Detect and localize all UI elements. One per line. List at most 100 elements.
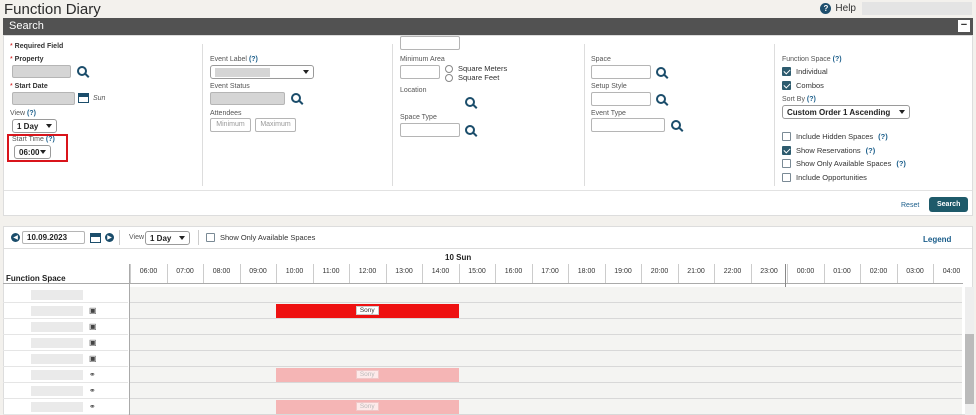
diary-row[interactable] — [130, 287, 962, 303]
next-date-icon[interactable]: ▶ — [105, 233, 114, 242]
help-label: Help — [835, 3, 856, 14]
space-search-icon[interactable] — [656, 67, 666, 77]
diary-row[interactable] — [130, 367, 962, 383]
function-space-row-label[interactable] — [3, 383, 128, 399]
chevron-down-icon — [40, 150, 46, 154]
attendees-max-input[interactable]: Maximum — [255, 118, 296, 132]
space-name-blurred — [31, 338, 83, 348]
event-label-select[interactable] — [210, 65, 314, 79]
location-search-icon[interactable] — [465, 97, 475, 107]
function-space-row-label[interactable] — [3, 319, 128, 335]
help-icon: ? — [820, 3, 832, 14]
checkbox-icon — [206, 233, 215, 242]
minimum-area-input[interactable] — [400, 65, 440, 79]
individual-checkbox[interactable]: Individual — [782, 67, 828, 76]
combo-space-icon: ⚭ — [89, 370, 96, 379]
start-time-label: Start Time (?) — [12, 136, 55, 143]
day-header: 10 Sun — [445, 253, 472, 262]
space-type-label: Space Type — [400, 114, 437, 121]
setup-style-search-icon[interactable] — [656, 94, 666, 104]
combo-space-icon: ⚭ — [89, 386, 96, 395]
diary-row[interactable] — [130, 351, 962, 367]
hour-label: 13:00 — [395, 268, 413, 275]
space-type-search-icon[interactable] — [465, 125, 475, 135]
function-space-row-label[interactable] — [3, 303, 128, 319]
view-select[interactable]: 1 Day — [12, 119, 57, 133]
event-status-input[interactable] — [210, 92, 285, 105]
calendar-icon[interactable] — [78, 93, 89, 103]
event-type-input[interactable] — [591, 118, 665, 132]
space-label: Space — [591, 56, 611, 63]
diary-date-input[interactable]: 10.09.2023 — [22, 231, 85, 244]
include-hidden-checkbox[interactable]: Include Hidden Spaces (?) — [782, 132, 888, 141]
search-panel: * Required Field * Property * Start Date… — [3, 35, 973, 216]
attendees-min-input[interactable]: Minimum — [210, 118, 251, 132]
square-feet-option[interactable]: Square Feet — [445, 73, 499, 82]
space-name-blurred — [31, 386, 83, 396]
start-time-select[interactable]: 06:00 — [14, 145, 51, 159]
space-name-blurred — [31, 290, 83, 300]
event-type-search-icon[interactable] — [671, 120, 681, 130]
sort-by-select[interactable]: Custom Order 1 Ascending — [782, 105, 910, 119]
calendar-icon[interactable] — [90, 233, 101, 243]
search-button[interactable]: Search — [929, 197, 969, 212]
hour-label: 19:00 — [614, 268, 632, 275]
previous-date-icon[interactable]: ◀ — [11, 233, 20, 242]
hour-label: 10:00 — [285, 268, 304, 275]
location-input[interactable] — [400, 36, 460, 50]
diary-row[interactable] — [130, 383, 962, 399]
diary-row[interactable] — [130, 335, 962, 351]
user-menu[interactable] — [862, 2, 972, 15]
event-status-search-icon[interactable] — [291, 93, 301, 103]
hour-label: 07:00 — [176, 268, 194, 275]
individual-space-icon: ▣ — [89, 306, 97, 315]
individual-space-icon: ▣ — [89, 354, 97, 363]
event-bar-tentative[interactable]: Sony — [276, 368, 459, 382]
function-space-row-label[interactable] — [3, 367, 128, 383]
help-link[interactable]: ? Help — [820, 3, 856, 14]
event-bar-reserved[interactable]: Sony — [276, 304, 459, 318]
diary-view-label: View — [129, 234, 145, 241]
event-label: Sony — [355, 402, 379, 411]
property-search-icon[interactable] — [77, 66, 87, 76]
square-meters-option[interactable]: Square Meters — [445, 64, 507, 73]
radio-icon — [445, 73, 453, 82]
start-date-input[interactable] — [12, 92, 75, 105]
function-space-row-label[interactable] — [3, 335, 128, 351]
property-label: * Property — [10, 56, 44, 63]
diary-row[interactable] — [130, 399, 962, 415]
space-input[interactable] — [591, 65, 651, 79]
property-input[interactable] — [12, 65, 71, 78]
reset-link[interactable]: Reset — [901, 202, 919, 209]
combos-checkbox[interactable]: Combos — [782, 81, 824, 90]
divider — [3, 283, 963, 284]
diary-row[interactable] — [130, 319, 962, 335]
divider — [4, 190, 972, 191]
event-label: Sony — [355, 306, 379, 315]
setup-style-input[interactable] — [591, 92, 651, 106]
show-only-available-checkbox[interactable]: Show Only Available Spaces (?) — [782, 159, 906, 168]
combo-space-icon: ⚭ — [89, 402, 96, 411]
include-opportunities-checkbox[interactable]: Include Opportunities — [782, 173, 867, 182]
diary-show-only-available-checkbox[interactable]: Show Only Available Spaces — [206, 233, 315, 242]
space-name-blurred — [31, 402, 83, 412]
hour-label: 22:00 — [723, 268, 742, 275]
event-label: Sony — [355, 370, 379, 379]
hour-label: 18:00 — [577, 268, 596, 275]
start-date-day: Sun — [93, 95, 106, 102]
event-bar-tentative[interactable]: Sony — [276, 400, 459, 414]
hour-label: 14:00 — [431, 268, 450, 275]
diary-view-select[interactable]: 1 Day — [145, 231, 190, 245]
function-space-row-label[interactable] — [3, 399, 128, 415]
hour-label: 04:00 — [942, 268, 961, 275]
collapse-button[interactable]: − — [958, 20, 970, 32]
sort-by-label: Sort By (?) — [782, 96, 816, 103]
show-reservations-checkbox[interactable]: Show Reservations (?) — [782, 146, 875, 155]
scrollbar-thumb[interactable] — [965, 334, 974, 404]
diary-row[interactable] — [130, 303, 962, 319]
function-space-row-label[interactable] — [3, 351, 128, 367]
function-space-row-label[interactable] — [3, 287, 128, 303]
hour-label: 20:00 — [650, 268, 669, 275]
space-type-input[interactable] — [400, 123, 460, 137]
legend-link[interactable]: Legend — [923, 235, 951, 244]
